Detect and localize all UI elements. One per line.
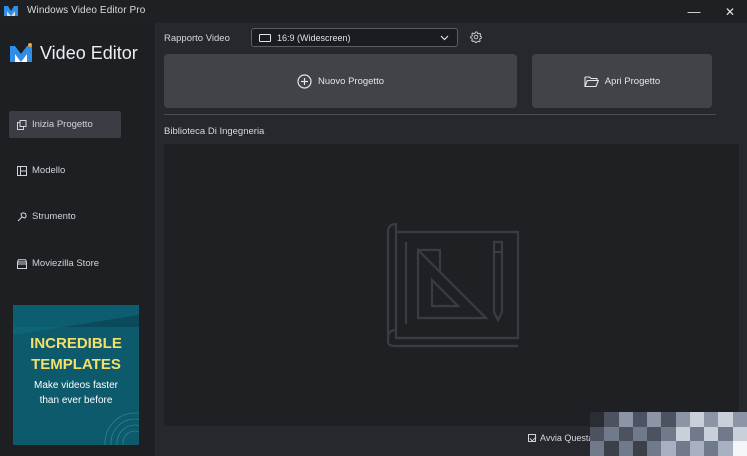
close-button[interactable]: ✕ xyxy=(716,0,744,23)
mosaic-tile xyxy=(632,441,648,456)
project-library[interactable] xyxy=(164,144,739,426)
brand-name: Video Editor xyxy=(40,42,138,63)
moviezilla-m-logo-icon xyxy=(10,43,32,62)
video-ratio-label: Rapporto Video xyxy=(164,33,230,44)
minimize-button[interactable]: — xyxy=(680,0,708,23)
mosaic-tile xyxy=(618,426,633,442)
gear-icon[interactable] xyxy=(470,31,482,43)
mosaic-tile xyxy=(704,441,719,456)
mosaic-tile xyxy=(689,441,705,456)
video-ratio-select[interactable]: 16:9 (Widescreen) xyxy=(251,28,458,47)
mosaic-tile xyxy=(618,441,633,456)
mosaic-tile xyxy=(604,441,619,456)
store-icon xyxy=(17,258,27,269)
new-project-icon xyxy=(17,119,27,130)
mosaic-tile xyxy=(704,426,719,442)
mosaic-tile xyxy=(647,426,662,442)
promo-subtitle: Make videos faster than ever before xyxy=(13,378,139,408)
sidebar-item-label: Strumento xyxy=(32,211,76,222)
new-project-button[interactable]: Nuovo Progetto xyxy=(164,54,517,108)
mosaic-tile xyxy=(675,426,690,442)
mosaic-tile xyxy=(590,412,605,427)
mosaic-tile xyxy=(704,412,719,427)
promo-headline-line1: INCREDIBLE xyxy=(30,335,122,352)
mosaic-tile xyxy=(632,426,648,442)
mosaic-tile xyxy=(661,426,676,442)
template-icon xyxy=(17,165,27,176)
checkbox-checked-icon xyxy=(528,434,536,442)
mosaic-tile xyxy=(590,441,605,456)
mosaic-tile xyxy=(647,441,662,456)
title-bar: Windows Video Editor Pro — ✕ xyxy=(0,0,747,23)
folder-open-icon xyxy=(584,75,599,87)
mosaic-tile xyxy=(732,441,747,456)
app-logo-icon xyxy=(4,6,18,16)
sidebar-item-moviezilla-store[interactable]: Moviezilla Store xyxy=(9,250,121,277)
mosaic-tile xyxy=(632,412,648,427)
promo-subtitle-line2: than ever before xyxy=(39,395,113,406)
new-project-label: Nuovo Progetto xyxy=(317,75,384,87)
mosaic-tile xyxy=(675,412,690,427)
main-panel: Rapporto Video 16:9 (Widescreen) Nuovo P… xyxy=(156,23,747,456)
mosaic-tile xyxy=(647,412,662,427)
sidebar: Video Editor Inizia Progetto Modello Str… xyxy=(0,23,156,456)
mosaic-tile xyxy=(689,412,705,427)
promo-headline-line2: TEMPLATES xyxy=(31,356,121,373)
startup-checkbox-label: Avvia Questa xyxy=(540,433,594,443)
mosaic-tile xyxy=(718,426,733,442)
sidebar-item-label: Modello xyxy=(32,165,66,176)
mosaic-tile xyxy=(718,412,733,427)
mosaic-tile xyxy=(689,426,705,442)
sidebar-item-label: Moviezilla Store xyxy=(32,258,100,269)
promo-background xyxy=(13,305,139,445)
pixelated-watermark xyxy=(590,412,747,456)
widescreen-icon xyxy=(259,33,271,42)
promo-banner[interactable]: INCREDIBLE TEMPLATES Make videos faster … xyxy=(13,305,139,445)
mosaic-tile xyxy=(604,426,619,442)
mosaic-tile xyxy=(718,441,733,456)
window-title: Windows Video Editor Pro xyxy=(27,5,146,16)
mosaic-tile xyxy=(661,412,676,427)
blueprint-placeholder-icon xyxy=(386,222,520,348)
mosaic-tile xyxy=(604,412,619,427)
divider xyxy=(164,114,716,115)
sidebar-item-inizia-progetto[interactable]: Inizia Progetto xyxy=(9,111,121,138)
sidebar-item-modello[interactable]: Modello xyxy=(9,157,121,184)
mosaic-tile xyxy=(732,412,747,427)
promo-subtitle-line1: Make videos faster xyxy=(34,380,118,391)
library-label: Biblioteca Di Ingegneria xyxy=(164,126,265,137)
open-project-button[interactable]: Apri Progetto xyxy=(532,54,712,108)
brand: Video Editor xyxy=(8,42,138,64)
chevron-down-icon xyxy=(440,35,449,41)
mosaic-tile xyxy=(675,441,690,456)
sidebar-item-label: Inizia Progetto xyxy=(32,119,93,130)
plus-circle-icon xyxy=(297,73,312,89)
tool-icon xyxy=(17,211,27,221)
sidebar-item-strumento[interactable]: Strumento xyxy=(9,203,121,230)
promo-headline: INCREDIBLE TEMPLATES xyxy=(13,333,139,375)
video-ratio-value: 16:9 (Widescreen) xyxy=(277,32,351,43)
open-project-label: Apri Progetto xyxy=(604,75,661,87)
startup-checkbox[interactable]: Avvia Questa xyxy=(528,433,593,443)
mosaic-tile xyxy=(732,426,747,442)
mosaic-tile xyxy=(618,412,633,427)
mosaic-tile xyxy=(590,426,605,442)
mosaic-tile xyxy=(661,441,676,456)
